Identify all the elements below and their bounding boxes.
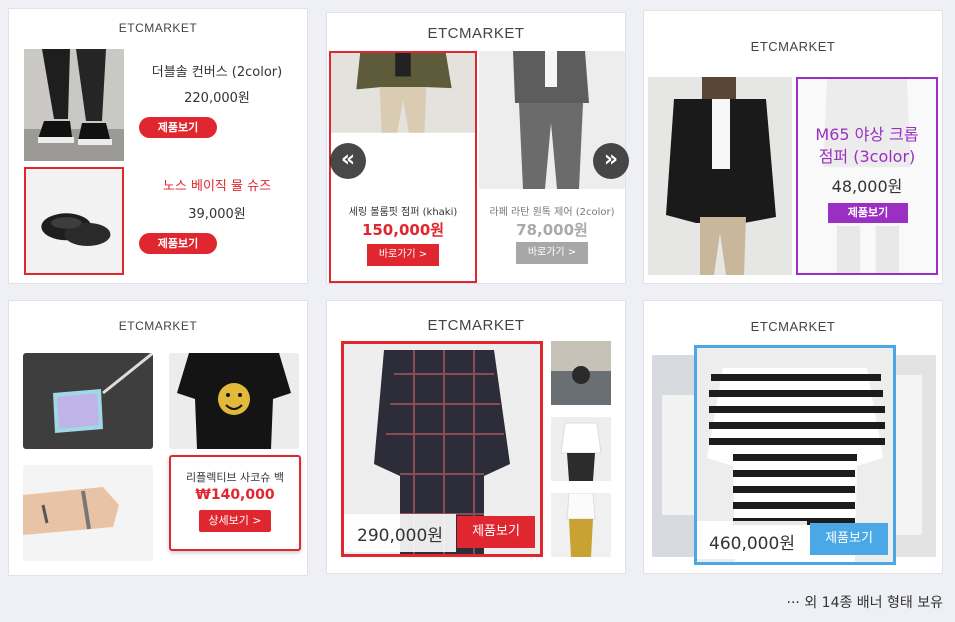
banner-4-item-button[interactable]: 상세보기 > <box>199 510 271 532</box>
banner-1-brand: ETCMARKET <box>118 21 198 35</box>
banner-1-item2-price: 39,000원 <box>188 207 246 222</box>
banner-5-thumb-3[interactable] <box>551 493 611 557</box>
banner-2-item1-button[interactable]: 바로가기 > <box>367 244 439 266</box>
next-arrow-icon[interactable]: » <box>593 143 629 179</box>
banner-5-brand: ETCMARKET <box>427 317 525 334</box>
banner-2-item1-name: 세링 볼룸핏 점퍼 (khaki) <box>348 207 458 218</box>
banner-5-item-price: 290,000원 <box>357 526 443 546</box>
banner-6: ETCMARKET 460,000원 제품보기 <box>643 300 943 574</box>
banner-2-item2-button[interactable]: 바로가기 > <box>516 242 588 264</box>
banner-5-thumb-1[interactable] <box>551 341 611 405</box>
banner-4-item-price: ₩140,000 <box>195 487 275 503</box>
banner-1-photo-sneakers[interactable] <box>24 49 124 161</box>
banner-2-item2-name: 라페 라탄 원톡 제어 (2color) <box>489 207 615 218</box>
banner-5-thumb-2[interactable] <box>551 417 611 481</box>
banner-5-item-button[interactable]: 제품보기 <box>457 516 535 548</box>
banner-1-item1-name: 더블솔 컨버스 (2color) <box>151 65 283 80</box>
banner-4-photo-bracelet[interactable] <box>23 465 153 561</box>
prev-arrow-icon[interactable]: « <box>330 143 366 179</box>
banner-3-photo-model[interactable] <box>648 77 792 275</box>
banner-2-item2-price: 78,000원 <box>516 221 588 239</box>
banner-6-side-photo-right <box>892 355 936 557</box>
banner-4-photo-bag[interactable] <box>23 353 153 449</box>
banner-3-item-button[interactable]: 제품보기 <box>828 203 908 223</box>
banner-2-brand: ETCMARKET <box>427 25 525 42</box>
banner-3-item-name-line1: M65 야상 크롭 <box>815 125 919 144</box>
banner-1-item2-name: 노스 베이직 뮬 슈즈 <box>162 179 272 194</box>
banner-4-brand: ETCMARKET <box>118 319 198 333</box>
banner-6-item-button[interactable]: 제품보기 <box>810 523 888 555</box>
banner-4-photo-tshirt[interactable] <box>169 353 299 449</box>
banner-2: ETCMARKET 세링 볼룸핏 점퍼 (khaki) 150,000원 바로가… <box>326 12 629 284</box>
banner-3-item-name-line2: 점퍼 (3color) <box>818 147 916 166</box>
banner-1-photo-mules[interactable] <box>24 167 124 275</box>
banner-6-item-price: 460,000원 <box>709 534 795 554</box>
banner-4: ETCMARKET 리플렉티브 사코슈 백 ₩140,000 상세보기 > <box>8 300 308 576</box>
banner-3-brand: ETCMARKET <box>750 39 836 54</box>
banner-3-item-price: 48,000원 <box>831 177 903 196</box>
banner-1-item2-button[interactable]: 제품보기 <box>139 233 217 254</box>
banner-1: ETCMARKET 더블솔 컨버스 (2color) 220,000원 제품보기… <box>8 8 308 284</box>
banner-6-brand: ETCMARKET <box>750 319 836 334</box>
footer-note: ··· 외 14종 배너 형태 보유 <box>786 595 943 611</box>
banner-4-item-name: 리플렉티브 사코슈 백 <box>185 471 285 484</box>
banner-5: ETCMARKET 290,000원 제품보기 <box>326 300 626 574</box>
banner-6-side-photo-left <box>652 355 698 557</box>
banner-2-item1-price: 150,000원 <box>361 221 445 239</box>
banner-3: ETCMARKET M65 야상 크롭 점퍼 (3color) 48,000원 … <box>643 10 943 284</box>
banner-1-item1-button[interactable]: 제품보기 <box>139 117 217 138</box>
banner-1-item1-price: 220,000원 <box>184 91 250 106</box>
